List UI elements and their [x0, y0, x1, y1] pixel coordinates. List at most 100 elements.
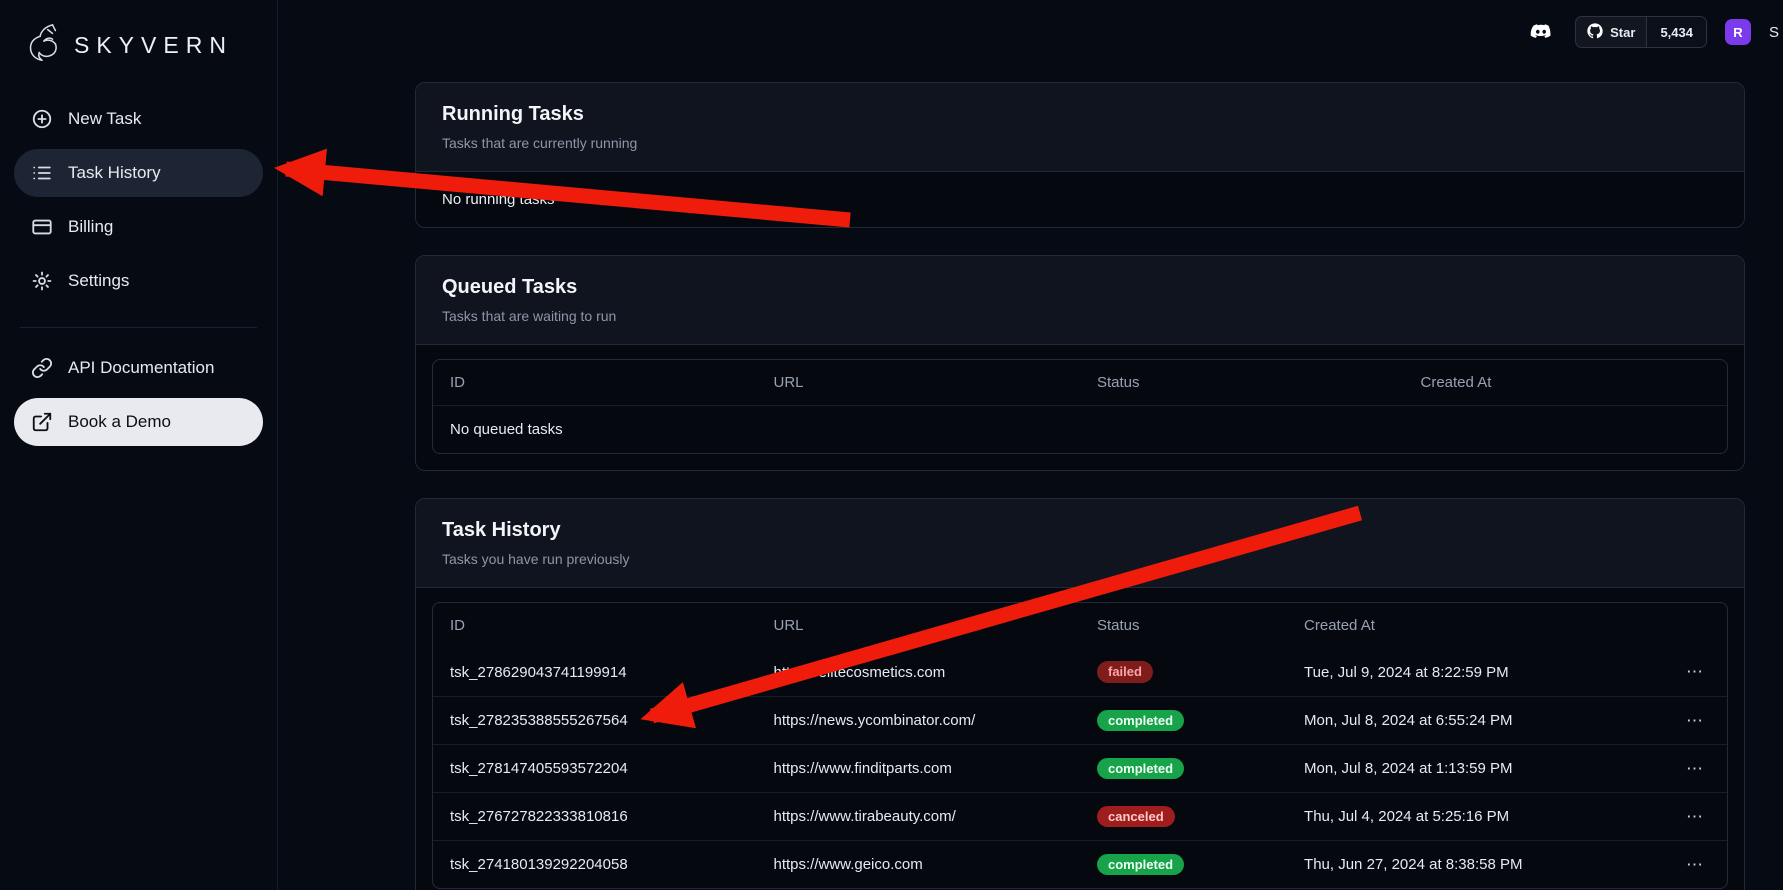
card-title: Queued Tasks	[442, 276, 1718, 299]
sidebar-item-billing[interactable]: Billing	[14, 203, 263, 251]
table-row[interactable]: tsk_276727822333810816 https://www.tirab…	[433, 792, 1727, 840]
task-id-cell: tsk_276727822333810816	[433, 802, 757, 831]
task-status-cell: completed	[1080, 752, 1287, 786]
link-icon	[31, 357, 53, 379]
sidebar-item-label: Task History	[68, 163, 161, 183]
column-header-created-at: Created At	[1404, 368, 1728, 397]
status-badge: canceled	[1097, 806, 1175, 828]
task-created-cell: Thu, Jun 27, 2024 at 8:38:58 PM	[1287, 850, 1663, 879]
task-id-cell: tsk_278147405593572204	[433, 754, 757, 783]
row-actions-button[interactable]: ⋯	[1680, 661, 1711, 683]
task-actions-cell: ⋯	[1663, 752, 1727, 786]
task-id-cell: tsk_278629043741199914	[433, 658, 757, 687]
running-tasks-body: No running tasks	[416, 172, 1744, 227]
task-actions-cell: ⋯	[1663, 848, 1727, 882]
task-created-cell: Mon, Jul 8, 2024 at 6:55:24 PM	[1287, 706, 1663, 735]
sidebar-item-task-history[interactable]: Task History	[14, 149, 263, 197]
column-header-id: ID	[433, 611, 757, 640]
list-icon	[31, 162, 53, 184]
plus-circle-icon	[31, 108, 53, 130]
sidebar-item-label: New Task	[68, 109, 141, 129]
brand-logo[interactable]: SKYVERN	[14, 16, 263, 95]
column-header-status: Status	[1080, 368, 1404, 397]
github-logo-icon	[1587, 23, 1603, 42]
task-history-table: ID URL Status Created At tsk_27862904374…	[432, 602, 1728, 889]
column-header-url: URL	[757, 368, 1081, 397]
table-row[interactable]: tsk_278235388555267564 https://news.ycom…	[433, 696, 1727, 744]
queued-tasks-card: Queued Tasks Tasks that are waiting to r…	[415, 255, 1745, 471]
table-header-row: ID URL Status Created At	[433, 603, 1727, 648]
main-content: Star 5,434 R S Running Tasks Tasks that …	[278, 0, 1783, 890]
credit-card-icon	[31, 216, 53, 238]
task-actions-cell: ⋯	[1663, 800, 1727, 834]
column-header-actions	[1663, 620, 1727, 632]
task-url-cell: https://news.ycombinator.com/	[757, 706, 1081, 735]
task-actions-cell: ⋯	[1663, 704, 1727, 738]
sidebar-divider	[20, 327, 257, 328]
history-table-body: tsk_278629043741199914 https://elitecosm…	[433, 648, 1727, 888]
table-row[interactable]: tsk_278629043741199914 https://elitecosm…	[433, 648, 1727, 696]
task-url-cell: https://elitecosmetics.com	[757, 658, 1081, 687]
queued-tasks-table: ID URL Status Created At No queued tasks	[432, 359, 1728, 454]
sidebar-item-api-documentation[interactable]: API Documentation	[14, 344, 263, 392]
sidebar-item-settings[interactable]: Settings	[14, 257, 263, 305]
empty-state-text: No queued tasks	[433, 415, 580, 444]
status-badge: completed	[1097, 854, 1184, 876]
github-star-count: 5,434	[1646, 17, 1706, 47]
cards-container: Running Tasks Tasks that are currently r…	[415, 82, 1745, 890]
github-star-label: Star	[1610, 25, 1635, 40]
column-header-status: Status	[1080, 611, 1287, 640]
task-created-cell: Thu, Jul 4, 2024 at 5:25:16 PM	[1287, 802, 1663, 831]
empty-state-text: No running tasks	[442, 191, 1718, 208]
sidebar-item-label: Billing	[68, 217, 113, 237]
status-badge: completed	[1097, 710, 1184, 732]
sidebar: SKYVERN New Task Task History Billing	[0, 0, 278, 890]
book-a-demo-button[interactable]: Book a Demo	[14, 398, 263, 446]
table-row[interactable]: tsk_274180139292204058 https://www.geico…	[433, 840, 1727, 888]
row-actions-button[interactable]: ⋯	[1680, 854, 1711, 876]
task-history-body: ID URL Status Created At tsk_27862904374…	[416, 588, 1744, 890]
github-star-button[interactable]: Star 5,434	[1575, 16, 1707, 48]
task-url-cell: https://www.finditparts.com	[757, 754, 1081, 783]
row-actions-button[interactable]: ⋯	[1680, 710, 1711, 732]
app-root: SKYVERN New Task Task History Billing	[0, 0, 1783, 890]
queued-tasks-header: Queued Tasks Tasks that are waiting to r…	[416, 256, 1744, 345]
task-status-cell: completed	[1080, 848, 1287, 882]
task-id-cell: tsk_274180139292204058	[433, 850, 757, 879]
task-id-cell: tsk_278235388555267564	[433, 706, 757, 735]
card-subtitle: Tasks that are currently running	[442, 135, 1718, 151]
task-url-cell: https://www.tirabeauty.com/	[757, 802, 1081, 831]
sidebar-item-new-task[interactable]: New Task	[14, 95, 263, 143]
user-avatar[interactable]: R	[1725, 19, 1751, 45]
discord-icon[interactable]	[1525, 16, 1557, 48]
task-status-cell: completed	[1080, 704, 1287, 738]
column-header-created-at: Created At	[1287, 611, 1663, 640]
sidebar-item-label: Settings	[68, 271, 129, 291]
task-status-cell: canceled	[1080, 800, 1287, 834]
skyvern-dragon-icon	[20, 20, 64, 71]
topbar: Star 5,434 R S	[278, 16, 1783, 48]
card-subtitle: Tasks you have run previously	[442, 551, 1718, 567]
running-tasks-card: Running Tasks Tasks that are currently r…	[415, 82, 1745, 228]
task-status-cell: failed	[1080, 655, 1287, 689]
status-badge: failed	[1097, 661, 1153, 683]
task-created-cell: Tue, Jul 9, 2024 at 8:22:59 PM	[1287, 658, 1663, 687]
table-row[interactable]: tsk_278147405593572204 https://www.findi…	[433, 744, 1727, 792]
external-link-icon	[31, 411, 53, 433]
sidebar-item-label: Book a Demo	[68, 412, 171, 432]
column-header-url: URL	[757, 611, 1081, 640]
running-tasks-header: Running Tasks Tasks that are currently r…	[416, 83, 1744, 172]
task-history-card: Task History Tasks you have run previous…	[415, 498, 1745, 890]
empty-row: No queued tasks	[433, 405, 1727, 453]
sidebar-nav: New Task Task History Billing	[14, 95, 263, 311]
table-header-row: ID URL Status Created At	[433, 360, 1727, 405]
card-subtitle: Tasks that are waiting to run	[442, 308, 1718, 324]
row-actions-button[interactable]: ⋯	[1680, 758, 1711, 780]
status-badge: completed	[1097, 758, 1184, 780]
gear-icon	[31, 270, 53, 292]
task-actions-cell: ⋯	[1663, 655, 1727, 689]
row-actions-button[interactable]: ⋯	[1680, 806, 1711, 828]
task-url-cell: https://www.geico.com	[757, 850, 1081, 879]
sidebar-item-label: API Documentation	[68, 358, 214, 378]
sidebar-links: API Documentation Book a Demo	[14, 344, 263, 452]
